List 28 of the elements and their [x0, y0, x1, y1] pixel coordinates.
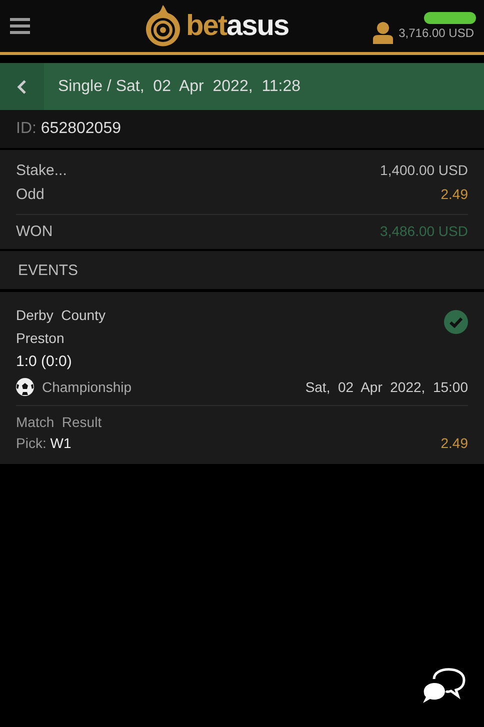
match-score: 1:0 (0:0) — [16, 352, 73, 372]
result-label: WON — [16, 222, 53, 240]
league-name: Championship — [42, 379, 132, 395]
won-amount: 3,486.00 USD — [380, 223, 468, 239]
back-button[interactable] — [0, 63, 44, 110]
bet-title: Single / Sat, 02 Apr 2022, 11:28 — [58, 78, 301, 96]
home-team: Derby County — [16, 306, 106, 325]
away-team: Preston — [16, 329, 66, 348]
odd-value: 2.49 — [440, 186, 468, 202]
event-date: Sat, 02 Apr 2022, 15:00 — [305, 379, 468, 395]
bet-id-label: ID: — [16, 120, 36, 138]
user-icon[interactable] — [372, 22, 393, 44]
chevron-left-icon — [17, 78, 27, 94]
logo-text: betasus — [186, 10, 289, 42]
soccer-ball-icon — [16, 378, 34, 396]
logo-icon — [144, 3, 182, 49]
stake-label: Stake... — [16, 162, 67, 178]
odd-label: Odd — [16, 186, 44, 202]
pick-value: W1 — [50, 435, 72, 451]
events-heading: EVENTS — [18, 262, 78, 278]
redaction-mark — [424, 12, 476, 24]
balance-amount: 3,716.00 USD — [398, 26, 474, 40]
bet-id: 652802059 — [40, 120, 121, 138]
pick-label: Pick: — [16, 435, 46, 451]
menu-icon[interactable] — [10, 18, 30, 34]
stake-amount: 1,400.00 USD — [380, 162, 468, 178]
event-odd: 2.49 — [440, 435, 468, 451]
market-name: Match Result — [16, 414, 102, 430]
